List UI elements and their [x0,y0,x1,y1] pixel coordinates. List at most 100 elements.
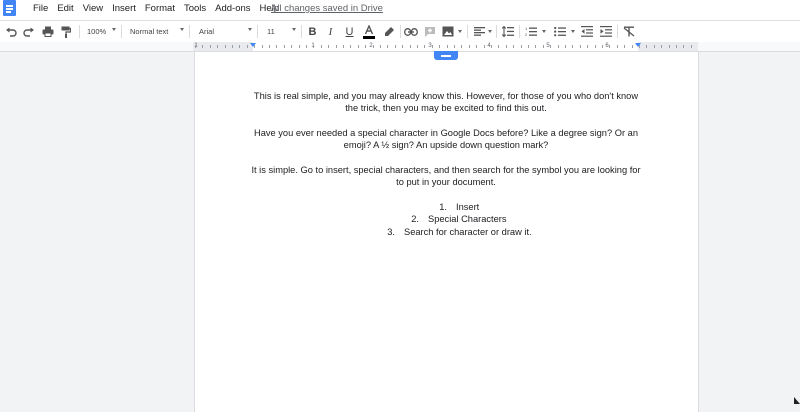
ruler-tick [350,45,352,48]
ruler-tick [380,45,381,48]
font-select[interactable]: Arial [192,21,254,42]
print-icon[interactable] [40,21,56,42]
ruler-tick [439,45,441,48]
list-item-text: Insert [456,202,480,212]
clear-formatting-icon[interactable] [621,21,637,42]
ruler-tick [313,45,315,48]
undo-icon[interactable] [3,21,19,42]
chevron-down-icon [248,28,252,31]
align-left-icon[interactable] [471,21,487,42]
image-icon[interactable] [440,21,456,42]
ruler-tick [343,45,344,48]
list-item: 3. Search for character or draw it. [381,226,532,238]
ruler-tick [594,45,596,48]
ruler-tick [535,45,537,48]
ruler-tick [491,45,492,48]
list-number: 2. [411,214,419,225]
comment-icon[interactable] [422,21,438,42]
ruler-tick [232,45,233,48]
chevron-down-icon [292,28,296,31]
ruler-tick [476,45,478,48]
highlight-icon[interactable] [381,21,397,42]
list-item-text: Search for character or draw it. [404,226,532,237]
ruler-tick [565,45,566,48]
chevron-down-icon[interactable] [456,21,464,42]
paragraph: It is simple. Go to insert, special char… [251,164,641,188]
menu-edit[interactable]: Edit [57,3,73,14]
ruler-tick [468,45,470,48]
ruler-tick [417,45,418,48]
increase-indent-icon[interactable] [598,21,614,42]
ruler-tick [269,45,270,48]
resize-handle-icon[interactable] [794,397,800,404]
redo-icon[interactable] [21,21,37,42]
ruler-tick [483,45,485,48]
ruler-tick [572,45,574,48]
toolbar-separator [79,25,80,38]
toolbar-separator [257,25,258,38]
link-icon[interactable] [403,21,419,42]
menu-file[interactable]: File [33,3,48,14]
ruler-tick [202,45,204,48]
menu-format[interactable]: Format [145,3,175,14]
bulleted-list-icon[interactable] [552,21,568,42]
ruler-tick [328,45,330,48]
ruler-tick [365,45,367,48]
chevron-down-icon [180,28,184,31]
chevron-down-icon[interactable] [569,21,577,42]
ruler-tick [402,45,404,48]
decrease-indent-icon[interactable] [579,21,595,42]
list-item-text: Special Characters [428,214,507,225]
toolbar-separator [467,25,468,38]
ruler-tick [291,45,293,48]
toolbar-separator [400,25,401,38]
save-status-link[interactable]: All changes saved in Drive [271,3,383,14]
chevron-down-icon[interactable] [486,21,494,42]
menu-view[interactable]: View [83,3,103,14]
list-item: 1. Insert [433,201,532,213]
ruler-tick [505,45,507,48]
font-size-select[interactable]: 11 [260,21,298,42]
menu-insert[interactable]: Insert [112,3,136,14]
underline-icon[interactable]: U [342,21,357,42]
list-item: 2. Special Characters [405,213,532,225]
ruler-tick [261,45,263,48]
menu-tools[interactable]: Tools [184,3,206,14]
menu-addons[interactable]: Add-ons [215,3,250,14]
ruler-tick [394,45,396,48]
ruler-tick [461,45,463,48]
style-select[interactable]: Normal text [124,21,186,42]
ruler-tick [306,45,307,48]
ruler-number: 5 [546,43,550,49]
right-indent-marker[interactable] [635,43,641,47]
ruler-bar[interactable]: 1 1 2 3 4 5 6 [193,42,698,51]
toolbar-separator [519,25,520,38]
ruler-tick [624,45,626,48]
ruler-tick [668,45,670,48]
menu-bar: File Edit View Insert Format Tools Add-o… [0,0,800,20]
italic-icon[interactable]: I [323,21,338,42]
ruler-tick [298,45,300,48]
text-color-icon[interactable] [361,21,377,42]
numbered-list-icon[interactable]: 12 [523,21,539,42]
ruler-tick [357,45,359,48]
toolbar-separator [121,25,122,38]
bold-icon[interactable]: B [305,21,320,42]
outline-toggle-icon[interactable] [434,51,458,60]
ruler-tick [683,45,685,48]
docs-logo-icon[interactable] [3,0,16,16]
ruler-tick [661,45,663,48]
zoom-select[interactable]: 100% [82,21,118,42]
document-body[interactable]: This is real simple, and you may already… [250,90,642,201]
ruler-tick [520,45,522,48]
ruler-tick [283,45,285,48]
ruler-tick [195,45,196,48]
ruler-tick [320,45,322,48]
line-spacing-icon[interactable] [500,21,516,42]
chevron-down-icon[interactable] [540,21,548,42]
ruler: 1 1 2 3 4 5 6 [0,42,800,52]
list-number: 1. [439,202,447,212]
toolbar-separator [189,25,190,38]
numbered-list: 1. Insert 2. Special Characters 3. Search f… [376,201,532,238]
paint-format-icon[interactable] [58,21,74,42]
